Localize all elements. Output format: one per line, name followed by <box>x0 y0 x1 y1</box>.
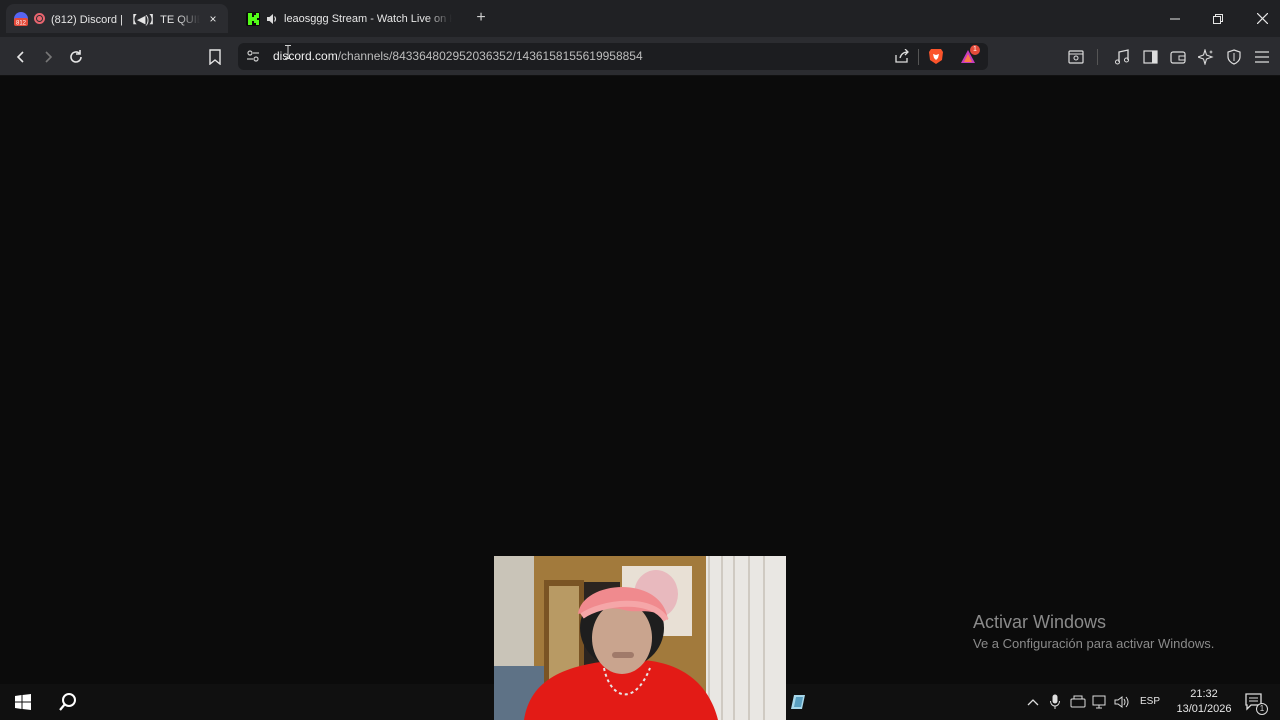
minimize-button[interactable] <box>1153 0 1197 37</box>
start-button[interactable] <box>10 690 36 714</box>
tab-title: (812) Discord | 【◀)】TE QUIERO <box>51 13 200 26</box>
forward-button[interactable] <box>36 45 60 69</box>
bookmark-button[interactable] <box>203 45 227 69</box>
search-button[interactable] <box>54 690 82 714</box>
address-bar[interactable]: discord.com/channels/843364802952036352/… <box>238 43 988 70</box>
vpn-button[interactable] <box>1222 45 1246 69</box>
discord-favicon-icon: 812 <box>14 11 28 26</box>
url-host: discord.com <box>273 49 338 63</box>
restore-icon <box>1213 13 1223 24</box>
tab-search-button[interactable] <box>1064 45 1088 69</box>
back-button[interactable] <box>9 45 33 69</box>
divider <box>918 49 919 65</box>
usb-drive-icon <box>1070 695 1086 708</box>
network-icon <box>1092 695 1106 709</box>
windows-activation-watermark: Activar Windows Ve a Configuración para … <box>973 612 1214 651</box>
windows-logo-icon <box>15 694 31 710</box>
hamburger-menu-icon <box>1255 51 1269 63</box>
reload-icon <box>70 50 82 63</box>
new-tab-button[interactable]: + <box>472 9 490 27</box>
clock-time: 21:32 <box>1190 688 1218 700</box>
tab-close-icon[interactable]: × <box>206 11 220 27</box>
sidebar-toggle-button[interactable] <box>1138 45 1162 69</box>
wallet-icon <box>1170 51 1186 64</box>
leo-ai-button[interactable] <box>1194 45 1218 69</box>
menu-button[interactable] <box>1250 45 1274 69</box>
tab-discord[interactable]: 812 (812) Discord | 【◀)】TE QUIERO × <box>6 4 228 33</box>
tab-badge-count: 812 <box>16 20 27 26</box>
kick-favicon-icon <box>246 11 260 26</box>
close-icon <box>1256 13 1268 24</box>
music-note-icon <box>1115 49 1129 65</box>
restore-button[interactable] <box>1196 0 1240 37</box>
tray-device-button[interactable] <box>1068 690 1088 714</box>
network-button[interactable] <box>1090 690 1110 714</box>
app-icon <box>791 695 805 709</box>
reload-button[interactable] <box>64 45 88 69</box>
volume-button[interactable] <box>1112 690 1132 714</box>
activation-subtitle: Ve a Configuración para activar Windows. <box>973 636 1215 651</box>
sidebar-icon <box>1142 50 1158 64</box>
webcam-person-image <box>494 556 786 720</box>
browser-toolbar: discord.com/channels/843364802952036352/… <box>0 37 1280 76</box>
chevron-up-icon <box>1027 699 1039 706</box>
close-window-button[interactable] <box>1240 0 1280 37</box>
microphone-icon <box>1050 694 1060 709</box>
divider <box>1097 49 1098 65</box>
share-icon[interactable] <box>894 48 910 68</box>
arrow-left-icon <box>16 51 24 63</box>
sparkle-icon <box>1198 49 1214 65</box>
tab-kick[interactable]: leaosggg Stream - Watch Live on Kick <box>238 4 460 33</box>
tab-title: leaosggg Stream - Watch Live on Kick <box>284 12 452 25</box>
input-language-indicator[interactable]: ESP <box>1140 696 1160 707</box>
webcam-overlay <box>494 556 786 720</box>
search-icon <box>59 693 76 711</box>
recording-icon <box>34 13 45 24</box>
activation-title: Activar Windows <box>973 612 1107 632</box>
system-clock[interactable]: 21:32 13/01/2026 <box>1168 687 1240 717</box>
tab-strip: 812 (812) Discord | 【◀)】TE QUIERO × leao… <box>0 0 1280 37</box>
clock-date: 13/01/2026 <box>1176 703 1232 715</box>
url-path: /channels/843364802952036352/14361581556… <box>337 49 643 63</box>
site-settings-icon[interactable] <box>246 49 260 68</box>
speaker-icon <box>1114 696 1129 708</box>
taskbar-app-button[interactable] <box>786 690 812 714</box>
wallet-button[interactable] <box>1166 45 1190 69</box>
show-hidden-icons-button[interactable] <box>1024 690 1042 714</box>
arrow-right-icon <box>45 51 53 63</box>
media-button[interactable] <box>1110 45 1134 69</box>
minimize-icon <box>1170 18 1180 19</box>
bookmark-icon <box>209 49 221 65</box>
text-cursor-icon <box>285 45 291 59</box>
brave-shields-icon[interactable] <box>928 48 944 70</box>
url-text[interactable]: discord.com/channels/843364802952036352/… <box>273 49 643 63</box>
audio-playing-icon[interactable] <box>266 12 278 26</box>
notification-count-badge: 1 <box>1256 703 1268 715</box>
tab-search-icon <box>1068 50 1084 64</box>
rewards-notification-badge: 1 <box>970 45 980 55</box>
microphone-button[interactable] <box>1046 690 1064 714</box>
shield-icon <box>1227 49 1241 65</box>
